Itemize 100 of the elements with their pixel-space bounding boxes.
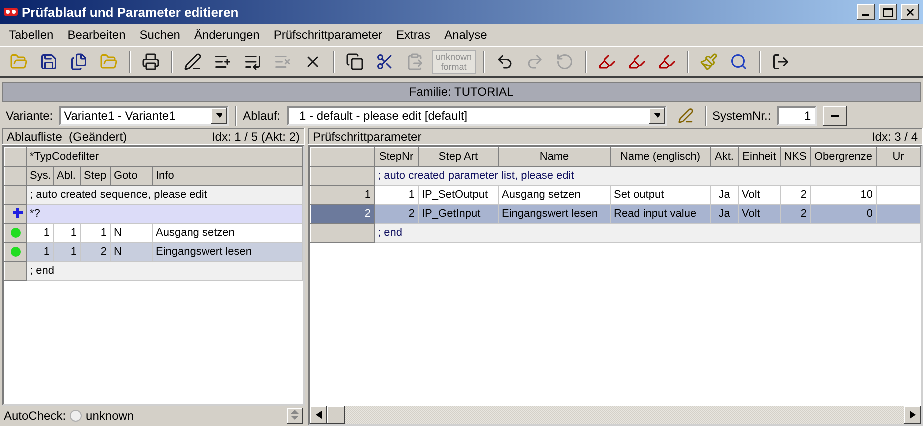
right-arrow-icon [910,411,916,419]
scroll-left-button[interactable] [310,406,327,424]
table-cell: 1 [374,186,418,204]
table-cell: 0 [810,204,876,224]
column-header[interactable]: Obergrenze [810,148,876,166]
system-number-field[interactable]: 1 [777,106,818,126]
horizontal-scrollbar[interactable] [310,406,921,424]
table-cell: 10 [810,186,876,204]
close-icon [904,6,916,18]
autocheck-label: AutoCheck: [4,409,66,423]
status-dot [10,247,20,257]
column-header[interactable]: StepNr [374,148,418,166]
column-header[interactable]: Akt. [710,148,738,166]
table-cell: Set output [610,186,710,204]
column-header[interactable]: Einheit [738,148,780,166]
menu-item[interactable]: Prüfschrittparameter [266,26,390,44]
scissors-icon [376,52,394,70]
folder-icon [10,52,28,70]
table-cell: 1 [54,242,80,262]
minimize-button[interactable] [857,4,875,20]
table-cell: Eingangswert lesen [498,204,610,224]
index-label: Idx: 1 / 5 (Akt: 2) [212,130,300,144]
radio-button[interactable] [70,410,82,422]
caret-icon [216,112,222,120]
marker-icon [598,52,616,70]
menu-item[interactable]: Bearbeiten [60,26,133,44]
menu-item[interactable]: Analyse [438,26,494,44]
table-cell: 1 [54,224,80,242]
pen-icon [184,52,202,70]
comment-row: ; auto created parameter list, please edit [374,166,920,186]
search-icon [730,52,748,70]
column-header[interactable]: Ur [876,148,920,166]
index-label: Idx: 3 / 4 [872,130,918,144]
table-cell: IP_GetInput [418,204,498,224]
close-button[interactable] [901,4,919,20]
column-header[interactable]: Goto [110,166,152,186]
column-header[interactable]: NKS [780,148,810,166]
menu-item[interactable]: Änderungen [187,26,267,44]
panel-title: Prüfschrittparameter [313,130,422,144]
left-arrow-icon [316,411,322,419]
app-logo-icon [4,7,18,17]
table-cell: Volt [738,204,780,224]
floppy-stack-icon [70,52,88,70]
column-header[interactable]: Step Art [418,148,498,166]
column-header[interactable]: Abl. [54,166,80,186]
column-header[interactable]: Step [80,166,110,186]
table-cell: N [110,224,152,242]
menu-item[interactable]: Suchen [132,26,188,44]
column-header[interactable]: Sys. [26,166,54,186]
sequence-label: Ablauf: [243,109,280,123]
variant-label: Variante: [6,109,54,123]
decrement-button[interactable] [823,106,848,126]
menu-item[interactable]: Extras [390,26,438,44]
exit-icon [772,52,790,70]
window-title: Prüfablauf und Parameter editieren [22,4,240,20]
column-header[interactable]: Name (englisch) [610,148,710,166]
brush-icon [700,52,718,70]
table-cell: 2 [780,186,810,204]
scroll-right-button[interactable] [904,406,921,424]
printer-icon [142,52,160,70]
spin-button[interactable] [287,408,303,424]
filter-header: *TypCodefilter [26,148,302,166]
table-cell: 2 [80,242,110,262]
table-cell: Ja [710,204,738,224]
filter-row: *? [26,204,302,224]
table-cell: Read input value [610,204,710,224]
table-cell: Ausgang setzen [152,224,302,242]
row-header[interactable]: 2 [310,204,374,224]
column-header[interactable]: Info [152,166,302,186]
table-cell: Ja [710,186,738,204]
up-down-icon [291,410,299,420]
comment-row: ; end [374,224,920,242]
marker-icon [658,52,676,70]
panel-title: Ablaufliste (Geändert) [7,130,128,144]
table-cell: Volt [738,186,780,204]
status-dot [10,228,20,238]
column-header[interactable]: Name [498,148,610,166]
table-cell: 1 [26,242,54,262]
variant-dropdown[interactable]: Variante1 - Variante1 [59,106,230,126]
sequence-dropdown[interactable]: 1 - default - please edit [default] [286,106,666,126]
maximize-icon [883,8,893,16]
caret-icon [654,112,660,120]
family-bar: Familie: TUTORIAL [2,82,921,102]
clipboard-icon [406,52,424,70]
table-cell: N [110,242,152,262]
radio-label: unknown [86,409,134,423]
menu-item[interactable]: Tabellen [2,26,61,44]
rotate-icon [556,52,574,70]
marker-icon [628,52,646,70]
table-cell: 1 [26,224,54,242]
table-cell: Ausgang setzen [498,186,610,204]
row-header[interactable]: 1 [310,186,374,204]
table-cell: Eingangswert lesen [152,242,302,262]
comment-row: ; end [26,262,302,280]
table-cell: 2 [374,204,418,224]
table-cell: 2 [780,204,810,224]
table-cell: IP_SetOutput [418,186,498,204]
scroll-thumb[interactable] [327,406,345,424]
maximize-button[interactable] [879,4,897,20]
comment-row: ; auto created sequence, please edit [26,186,302,204]
